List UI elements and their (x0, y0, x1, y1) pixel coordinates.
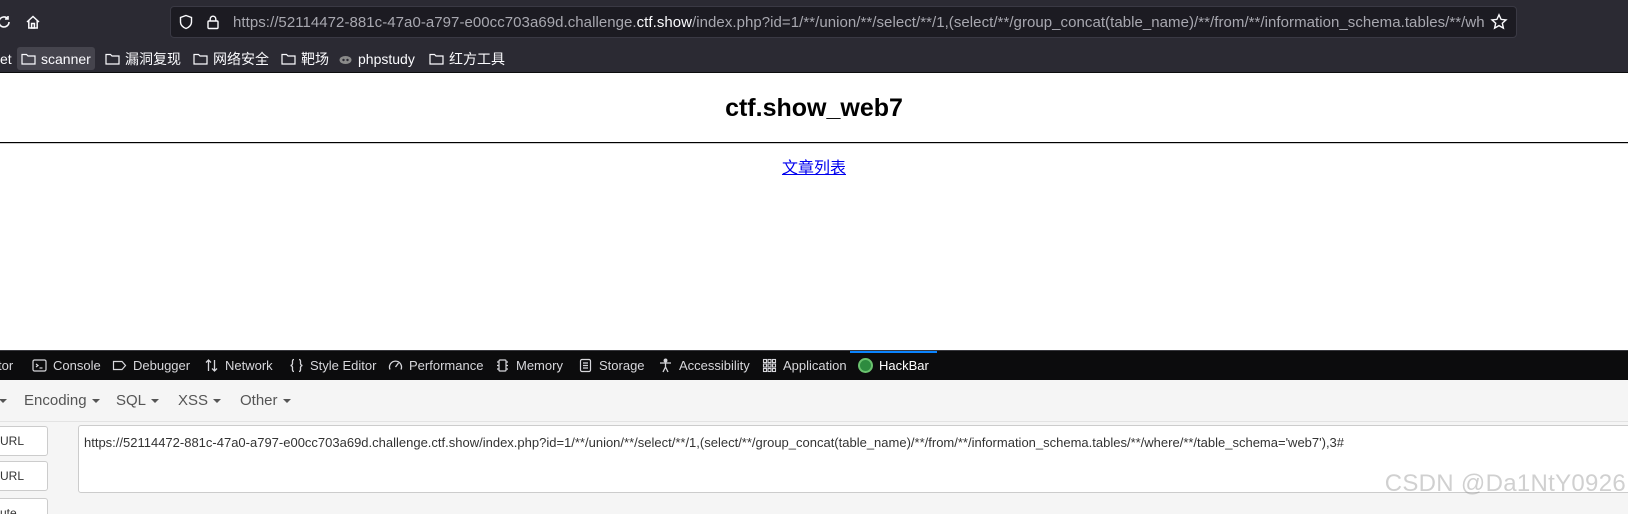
article-list-link-wrap: 文章列表 (0, 154, 1628, 178)
web-page: ctf.show_web7 文章列表 (0, 74, 1628, 350)
folder-icon (281, 53, 296, 65)
bookmark-phpstudy[interactable]: phpstudy (334, 47, 419, 70)
console-icon (32, 359, 47, 372)
hackbar-body: URL URL ute https://52114472-881c-47a0-a… (0, 422, 1628, 514)
tab-label: Style Editor (310, 358, 377, 373)
tab-label: Network (225, 358, 273, 373)
tab-label: HackBar (879, 358, 929, 373)
url-host: ctf.show (636, 14, 693, 31)
chevron-down-icon (213, 399, 222, 404)
tab-memory[interactable]: Memory (495, 351, 563, 380)
performance-icon (388, 360, 403, 370)
tab-debugger[interactable]: Debugger (112, 351, 190, 380)
bookmark-label: phpstudy (358, 50, 415, 67)
bookmark-folder-redteam[interactable]: 红方工具 (425, 47, 509, 70)
star-icon[interactable] (1490, 13, 1508, 31)
site-icon (339, 56, 352, 64)
tab-label: Debugger (133, 358, 191, 373)
network-icon (205, 359, 218, 372)
menu-label: XSS (178, 392, 209, 409)
tab-network[interactable]: Network (204, 351, 273, 380)
menu-label: SQL (116, 392, 147, 409)
tab-inspector[interactable]: tor (0, 351, 13, 380)
storage-icon (579, 358, 592, 373)
hackbar-menu: Encoding SQL XSS Other (0, 380, 1628, 422)
folder-icon (21, 53, 36, 65)
reload-icon[interactable] (0, 8, 18, 36)
chevron-down-icon (282, 399, 291, 404)
page-title: ctf.show_web7 (725, 94, 903, 122)
shield-icon[interactable] (178, 14, 196, 32)
url-text[interactable]: https://52114472-881c-47a0-a797-e00cc703… (233, 14, 1485, 31)
bookmark-folder-range[interactable]: 靶场 (277, 47, 333, 70)
debugger-icon (112, 360, 127, 371)
bookmarks-bar: et scanner 漏洞复现 网络安全 靶场 phpstudy 红方工具 (0, 44, 1628, 73)
menu-label: Encoding (24, 392, 87, 409)
lock-icon[interactable] (205, 14, 223, 32)
browser-toolbar: https://52114472-881c-47a0-a797-e00cc703… (0, 0, 1628, 44)
chevron-down-icon (91, 399, 100, 404)
menu-other[interactable]: Other (240, 392, 291, 409)
tab-console[interactable]: Console (32, 351, 101, 380)
tab-storage[interactable]: Storage (578, 351, 645, 380)
execute-button[interactable]: ute (0, 498, 48, 514)
bookmark-partial[interactable]: et (0, 47, 16, 70)
tab-application[interactable]: Application (762, 351, 847, 380)
bookmark-label: scanner (41, 50, 91, 67)
watermark: CSDN @Da1NtY0926 (1384, 470, 1626, 497)
menu-sql[interactable]: SQL (116, 392, 160, 409)
menu-label: Other (240, 392, 278, 409)
page-divider (0, 142, 1628, 144)
tab-label: Accessibility (679, 358, 750, 373)
menu-xss[interactable]: XSS (178, 392, 222, 409)
article-list-link[interactable]: 文章列表 (782, 160, 846, 177)
tab-label: Storage (599, 358, 645, 373)
url-prefix: https://52114472-881c-47a0-a797-e00cc703… (233, 14, 637, 31)
bookmark-label: 网络安全 (213, 50, 269, 67)
bookmark-folder-scanner[interactable]: scanner (17, 47, 95, 70)
bookmark-folder-vuln[interactable]: 漏洞复现 (101, 47, 185, 70)
split-url-button[interactable]: URL (0, 461, 48, 491)
accessibility-icon (660, 358, 671, 373)
tab-label: Memory (516, 358, 563, 373)
bookmark-label: 红方工具 (449, 50, 505, 67)
menu-encoding[interactable]: Encoding (24, 392, 100, 409)
url-suffix: /index.php?id=1/**/union/**/select/**/1,… (692, 14, 1485, 31)
folder-icon (105, 53, 120, 65)
screen: https://52114472-881c-47a0-a797-e00cc703… (0, 0, 1628, 514)
folder-icon (429, 53, 444, 65)
tab-hackbar[interactable]: HackBar (850, 351, 937, 380)
bookmark-partial-label: et (0, 50, 12, 67)
devtools-tabbar: tor Console Debugger Network Style Edito… (0, 350, 1628, 380)
address-bar[interactable]: https://52114472-881c-47a0-a797-e00cc703… (170, 6, 1517, 38)
bookmark-label: 漏洞复现 (125, 50, 181, 67)
style-editor-icon (290, 358, 303, 373)
folder-icon (193, 53, 208, 65)
tab-accessibility[interactable]: Accessibility (658, 351, 750, 380)
tab-label: Console (53, 358, 101, 373)
bookmark-label: 靶场 (301, 50, 329, 67)
tab-label: Performance (409, 358, 484, 373)
application-icon (762, 358, 777, 373)
load-url-button[interactable]: URL (0, 426, 48, 456)
tab-label: tor (0, 358, 14, 373)
tab-style-editor[interactable]: Style Editor (289, 351, 376, 380)
hackbar-icon (858, 358, 873, 373)
tab-label: Application (783, 358, 847, 373)
home-icon[interactable] (19, 8, 47, 36)
menu-partial-caret[interactable] (0, 392, 7, 409)
bookmark-folder-netsec[interactable]: 网络安全 (189, 47, 273, 70)
memory-icon (497, 359, 508, 372)
chevron-down-icon (151, 399, 160, 404)
tab-performance[interactable]: Performance (388, 351, 483, 380)
